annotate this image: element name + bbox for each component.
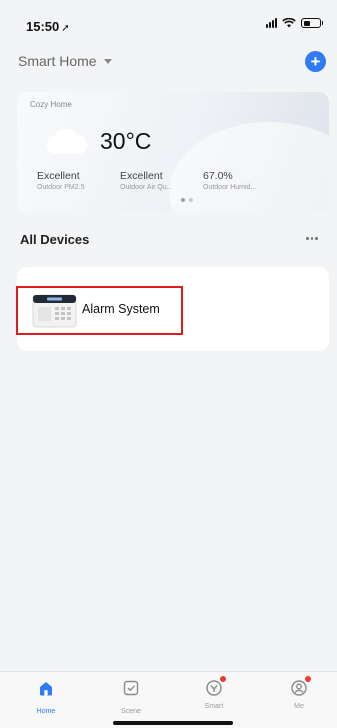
alarm-panel-icon [32, 294, 77, 328]
battery-icon [301, 18, 323, 28]
tab-label: Scene [121, 708, 141, 715]
location-arrow-icon: ➚ [61, 23, 70, 34]
page-dots [181, 198, 193, 202]
metric-pm25: Excellent Outdoor PM2.5 [37, 170, 84, 191]
notification-badge [305, 676, 311, 682]
me-icon-wrap [289, 676, 311, 698]
tab-label: Home [36, 708, 56, 715]
notification-badge [220, 676, 226, 682]
status-time: 15:50 ➚ [26, 19, 70, 34]
tab-smart[interactable]: Smart [189, 676, 239, 710]
tab-scene[interactable]: Scene [106, 678, 156, 715]
metric-humidity: 67.0% Outdoor Humid... [203, 170, 256, 191]
home-name: Cozy Home [30, 100, 72, 109]
device-name: Alarm System [82, 302, 160, 316]
cloud-icon [46, 129, 88, 155]
home-selector[interactable]: Smart Home [18, 53, 112, 69]
tab-bar: Home Scene Smart Me [0, 671, 337, 728]
metric-value: 67.0% [203, 170, 233, 182]
status-bar: 15:50 ➚ [0, 0, 337, 44]
home-selector-label: Smart Home [18, 53, 97, 69]
tab-me[interactable]: Me [274, 676, 324, 710]
metric-label: Outdoor PM2.5 [37, 184, 85, 191]
metric-air-quality: Excellent Outdoor Air Qu... [120, 170, 173, 191]
device-item-alarm-system[interactable]: Alarm System [16, 286, 183, 335]
metric-value: Excellent [37, 170, 80, 182]
metric-label: Outdoor Humid... [203, 184, 257, 191]
temperature: 30°C [100, 128, 152, 154]
wifi-icon [282, 18, 296, 28]
section-title: All Devices [20, 232, 90, 247]
tab-label: Smart [204, 703, 224, 710]
cellular-signal-icon [266, 18, 277, 28]
weather-card[interactable]: Cozy Home 30°C Excellent Outdoor PM2.5 E… [17, 92, 329, 212]
metric-value: Excellent [120, 170, 163, 182]
home-indicator [113, 721, 233, 725]
tab-home[interactable]: Home [21, 678, 71, 715]
scene-icon [123, 680, 139, 696]
metric-label: Outdoor Air Qu... [120, 184, 173, 191]
status-icons [266, 18, 323, 28]
more-icon[interactable] [306, 237, 318, 240]
caret-down-icon [103, 59, 112, 64]
smart-icon-wrap [204, 676, 226, 698]
home-icon [40, 682, 52, 696]
plus-icon: + [310, 51, 321, 71]
tab-label: Me [294, 703, 304, 710]
clock: 15:50 [26, 19, 60, 34]
add-button[interactable]: + [305, 51, 326, 72]
